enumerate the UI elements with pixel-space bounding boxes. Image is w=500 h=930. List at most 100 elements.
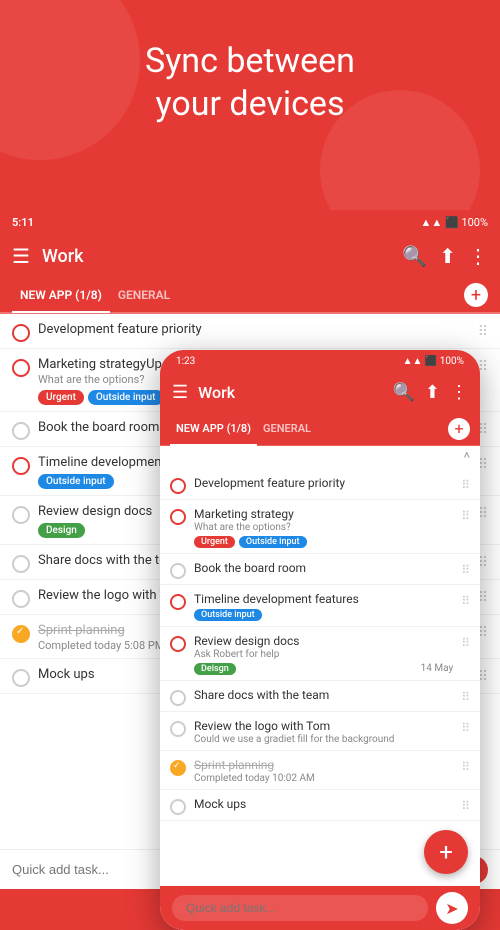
tablet-search-icon[interactable]: 🔍	[402, 244, 427, 268]
phone-task-item-5: Review design docs Ask Robert for help D…	[160, 627, 480, 681]
tag-outside: Outside input	[88, 390, 164, 405]
phone-task-circle-7[interactable]	[170, 721, 186, 737]
tablet-task-circle-3[interactable]	[12, 422, 30, 440]
phone-status-bar: 1:23 ▲▲ ⬛ 100%	[160, 350, 480, 372]
phone-tag-outside-4: Outside input	[194, 609, 262, 621]
phone-task-content-6: Share docs with the team	[194, 688, 453, 702]
phone-share-icon[interactable]: ⬆	[425, 382, 440, 403]
tablet-task-circle-4[interactable]	[12, 457, 30, 475]
tablet-app-title: Work	[42, 246, 390, 267]
tablet-menu-icon[interactable]: ☰	[12, 244, 30, 268]
phone-task-item-1: Development feature priority ⠿	[160, 469, 480, 500]
phone-drag-handle-3: ⠿	[461, 563, 470, 577]
phone-task-content-2: Marketing strategy What are the options?…	[194, 507, 453, 548]
tablet-task-circle-6[interactable]	[12, 555, 30, 573]
phone-drag-handle-6: ⠿	[461, 690, 470, 704]
phone-task-subtitle-8: Completed today 10:02 AM	[194, 773, 453, 784]
phone-drag-handle-7: ⠿	[461, 721, 470, 735]
phone-drag-handle-5: ⠿	[461, 636, 470, 650]
phone-add-button[interactable]: +	[448, 418, 470, 440]
phone-task-content-8: Sprint planning Completed today 10:02 AM	[194, 758, 453, 784]
phone-task-tags-2: Urgent Outside input	[194, 536, 453, 548]
phone-tag-design-5: Deisgn	[194, 663, 236, 675]
phone-task-item-9: Mock ups ⠿	[160, 790, 480, 821]
phone-task-content-9: Mock ups	[194, 797, 453, 811]
phone-task-item-8: Sprint planning Completed today 10:02 AM…	[160, 751, 480, 790]
phone-quick-add-send[interactable]: ➤	[436, 892, 468, 924]
collapse-arrow[interactable]: ^	[160, 446, 480, 469]
phone-task-item-3: Book the board room ⠿	[160, 554, 480, 585]
phone-tab-general[interactable]: GENERAL	[257, 413, 317, 446]
phone-tab-bar: NEW APP (1/8) GENERAL +	[160, 412, 480, 446]
phone-task-circle-6[interactable]	[170, 690, 186, 706]
phone-overflow-icon[interactable]: ⋮	[450, 382, 468, 403]
tablet-toolbar: ☰ Work 🔍 ⬆ ⋮	[0, 234, 500, 278]
phone-drag-handle-2: ⠿	[461, 509, 470, 523]
phone-task-content-7: Review the logo with Tom Could we use a …	[194, 719, 453, 745]
tag-urgent: Urgent	[38, 390, 84, 405]
phone-tag-urgent: Urgent	[194, 536, 235, 548]
phone-task-item-4: Timeline development features Outside in…	[160, 585, 480, 627]
phone-task-circle-1[interactable]	[170, 478, 186, 494]
phone-task-item-2: Marketing strategy What are the options?…	[160, 500, 480, 554]
phone-task-content-3: Book the board room	[194, 561, 453, 575]
tablet-tab-bar: NEW APP (1/8) GENERAL +	[0, 278, 500, 314]
phone-time: 1:23	[176, 356, 195, 367]
phone-device: 1:23 ▲▲ ⬛ 100% ☰ Work 🔍 ⬆ ⋮ NEW APP (1/8…	[160, 350, 480, 930]
tablet-task-title-1: Development feature priority	[38, 322, 470, 337]
hero-title: Sync between your devices	[20, 40, 480, 125]
phone-drag-handle-1: ⠿	[461, 478, 470, 492]
phone-task-date-5: 14 May	[421, 663, 454, 674]
phone-task-content-5: Review design docs Ask Robert for help D…	[194, 634, 453, 675]
tablet-time: 5:11	[12, 216, 34, 229]
tablet-tab-general[interactable]: GENERAL	[110, 279, 178, 313]
phone-toolbar: ☰ Work 🔍 ⬆ ⋮	[160, 372, 480, 412]
phone-task-item-6: Share docs with the team ⠿	[160, 681, 480, 712]
phone-task-circle-8[interactable]	[170, 760, 186, 776]
phone-quick-add-bar: ➤	[160, 886, 480, 930]
tablet-share-icon[interactable]: ⬆	[439, 244, 456, 268]
phone-fab[interactable]: +	[424, 830, 468, 874]
phone-task-title-1: Development feature priority	[194, 476, 453, 490]
phone-tag-outside: Outside input	[239, 536, 307, 548]
devices-container: 5:11 ▲▲ ⬛ 100% ☰ Work 🔍 ⬆ ⋮ NEW APP (1/8…	[0, 210, 500, 889]
phone-status-icons: ▲▲ ⬛ 100%	[403, 356, 464, 367]
hero-section: Sync between your devices	[0, 0, 500, 210]
tablet-task-circle-9[interactable]	[12, 669, 30, 687]
tablet-task-circle-7[interactable]	[12, 590, 30, 608]
phone-task-content-1: Development feature priority	[194, 476, 453, 490]
phone-task-title-8: Sprint planning	[194, 758, 453, 772]
drag-handle-1: ⠿	[478, 324, 488, 340]
phone-task-title-9: Mock ups	[194, 797, 453, 811]
tablet-status-bar: 5:11 ▲▲ ⬛ 100%	[0, 210, 500, 234]
phone-task-tags-4: Outside input	[194, 609, 453, 621]
tablet-tab-new-app[interactable]: NEW APP (1/8)	[12, 279, 110, 313]
phone-tab-new-app[interactable]: NEW APP (1/8)	[170, 413, 257, 446]
tag-design-5: Design	[38, 523, 85, 538]
phone-menu-icon[interactable]: ☰	[172, 382, 188, 403]
phone-drag-handle-8: ⠿	[461, 760, 470, 774]
tag-outside-4: Outside input	[38, 474, 114, 489]
tablet-task-circle-1[interactable]	[12, 324, 30, 342]
phone-quick-add-input[interactable]	[172, 895, 428, 921]
tablet-add-button[interactable]: +	[464, 283, 488, 307]
phone-task-list: ^ Development feature priority ⠿ Marketi…	[160, 446, 480, 886]
phone-task-circle-4[interactable]	[170, 594, 186, 610]
phone-task-title-5: Review design docs	[194, 634, 453, 648]
phone-task-circle-3[interactable]	[170, 563, 186, 579]
tablet-task-circle-8[interactable]	[12, 625, 30, 643]
phone-task-circle-5[interactable]	[170, 636, 186, 652]
phone-app-title: Work	[198, 383, 382, 402]
phone-drag-handle-4: ⠿	[461, 594, 470, 608]
phone-task-title-4: Timeline development features	[194, 592, 453, 606]
tablet-task-circle-5[interactable]	[12, 506, 30, 524]
tablet-status-icons: ▲▲ ⬛ 100%	[420, 216, 488, 229]
tablet-task-item: Development feature priority ⠿	[0, 314, 500, 349]
phone-task-circle-2[interactable]	[170, 509, 186, 525]
phone-search-icon[interactable]: 🔍	[392, 382, 414, 403]
tablet-task-circle-2[interactable]	[12, 359, 30, 377]
tablet-overflow-icon[interactable]: ⋮	[468, 244, 488, 268]
phone-task-title-7: Review the logo with Tom	[194, 719, 453, 733]
phone-task-circle-9[interactable]	[170, 799, 186, 815]
phone-task-title-2: Marketing strategy	[194, 507, 453, 521]
